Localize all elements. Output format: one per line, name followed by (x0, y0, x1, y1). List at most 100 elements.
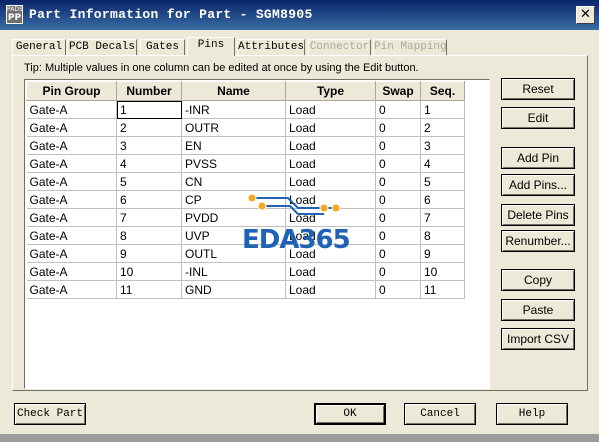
cell-swap[interactable]: 0 (375, 154, 421, 173)
check-part-button[interactable]: Check Part (14, 403, 86, 425)
column-header-swap[interactable]: Swap (375, 81, 421, 101)
tab-attributes[interactable]: Attributes (237, 39, 305, 55)
table-row[interactable]: Gate-A 2 OUTR Load 0 2 (26, 118, 465, 137)
cell-swap[interactable]: 0 (375, 118, 421, 137)
cell-name[interactable]: CN (181, 172, 286, 191)
cell-type[interactable]: Load (285, 244, 376, 263)
cell-pin-group[interactable]: Gate-A (26, 154, 117, 173)
cell-name[interactable]: CP (181, 190, 286, 209)
tab-pins[interactable]: Pins (187, 37, 235, 56)
cell-number[interactable]: 7 (116, 208, 182, 227)
cell-pin-group[interactable]: Gate-A (26, 244, 117, 263)
table-row[interactable]: Gate-A 6 CP Load 0 6 (26, 190, 465, 209)
cell-number[interactable]: 8 (116, 226, 182, 245)
reset-button[interactable]: Reset (501, 78, 575, 100)
cell-seq[interactable]: 1 (420, 100, 465, 119)
cell-name[interactable]: GND (181, 280, 286, 299)
ok-button[interactable]: OK (314, 403, 386, 425)
table-row[interactable]: Gate-A 4 PVSS Load 0 4 (26, 154, 465, 173)
help-button[interactable]: Help (496, 403, 568, 425)
renumber-button[interactable]: Renumber... (501, 230, 575, 252)
cell-swap[interactable]: 0 (375, 280, 421, 299)
add-pin-button[interactable]: Add Pin (501, 147, 575, 169)
cell-type[interactable]: Load (285, 172, 376, 191)
cell-number[interactable]: 3 (116, 136, 182, 155)
cell-number[interactable]: 10 (116, 262, 182, 281)
table-row[interactable]: Gate-A 11 GND Load 0 11 (26, 280, 465, 299)
cell-seq[interactable]: 6 (420, 190, 465, 209)
cell-name[interactable]: PVSS (181, 154, 286, 173)
table-row[interactable]: Gate-A 3 EN Load 0 3 (26, 136, 465, 155)
cell-name[interactable]: EN (181, 136, 286, 155)
cell-seq[interactable]: 9 (420, 244, 465, 263)
cell-type[interactable]: Load (285, 280, 376, 299)
cell-swap[interactable]: 0 (375, 262, 421, 281)
add-pins-button[interactable]: Add Pins... (501, 174, 575, 196)
cell-type[interactable]: Load (285, 190, 376, 209)
cell-pin-group[interactable]: Gate-A (26, 136, 117, 155)
close-button[interactable]: ✕ (576, 6, 595, 24)
table-row[interactable]: Gate-A 5 CN Load 0 5 (26, 172, 465, 191)
cell-name[interactable]: PVDD (181, 208, 286, 227)
table-row[interactable]: Gate-A 10 -INL Load 0 10 (26, 262, 465, 281)
table-row[interactable]: Gate-A 8 UVP Load 0 8 (26, 226, 465, 245)
column-header-pin-group[interactable]: Pin Group (26, 81, 117, 101)
cell-swap[interactable]: 0 (375, 244, 421, 263)
cell-type[interactable]: Load (285, 154, 376, 173)
cell-seq[interactable]: 2 (420, 118, 465, 137)
cell-swap[interactable]: 0 (375, 136, 421, 155)
tab-pcb-decals[interactable]: PCB Decals (67, 39, 137, 55)
import-csv-button[interactable]: Import CSV (501, 328, 575, 350)
table-row[interactable]: Gate-A 7 PVDD Load 0 7 (26, 208, 465, 227)
cell-swap[interactable]: 0 (375, 172, 421, 191)
pins-grid[interactable]: Pin Group Number Name Type Swap Seq. Gat… (24, 79, 490, 389)
tab-general[interactable]: General (12, 39, 66, 55)
column-header-name[interactable]: Name (181, 81, 286, 101)
cell-name[interactable]: -INR (181, 100, 286, 119)
cell-pin-group[interactable]: Gate-A (26, 208, 117, 227)
cell-pin-group[interactable]: Gate-A (26, 100, 117, 119)
cell-pin-group[interactable]: Gate-A (26, 262, 117, 281)
cell-type[interactable]: Load (285, 208, 376, 227)
cell-pin-group[interactable]: Gate-A (26, 280, 117, 299)
cell-seq[interactable]: 7 (420, 208, 465, 227)
cell-type[interactable]: Load (285, 100, 376, 119)
cell-number[interactable]: 2 (116, 118, 182, 137)
cell-seq[interactable]: 8 (420, 226, 465, 245)
cell-type[interactable]: Load (285, 262, 376, 281)
copy-button[interactable]: Copy (501, 269, 575, 291)
cell-seq[interactable]: 3 (420, 136, 465, 155)
table-row[interactable]: Gate-A 1 -INR Load 0 1 (26, 100, 465, 119)
cell-number[interactable]: 1 (116, 100, 182, 119)
cell-swap[interactable]: 0 (375, 208, 421, 227)
cell-seq[interactable]: 5 (420, 172, 465, 191)
cell-number[interactable]: 9 (116, 244, 182, 263)
cell-number[interactable]: 11 (116, 280, 182, 299)
cell-seq[interactable]: 11 (420, 280, 465, 299)
cell-pin-group[interactable]: Gate-A (26, 226, 117, 245)
column-header-type[interactable]: Type (285, 81, 376, 101)
table-row[interactable]: Gate-A 9 OUTL Load 0 9 (26, 244, 465, 263)
tab-gates[interactable]: Gates (140, 39, 185, 55)
cell-type[interactable]: Load (285, 136, 376, 155)
cell-type[interactable]: Load (285, 226, 376, 245)
cell-name[interactable]: OUTL (181, 244, 286, 263)
cancel-button[interactable]: Cancel (404, 403, 476, 425)
cell-pin-group[interactable]: Gate-A (26, 190, 117, 209)
cell-number[interactable]: 4 (116, 154, 182, 173)
cell-name[interactable]: OUTR (181, 118, 286, 137)
cell-pin-group[interactable]: Gate-A (26, 172, 117, 191)
cell-name[interactable]: UVP (181, 226, 286, 245)
cell-number[interactable]: 6 (116, 190, 182, 209)
cell-seq[interactable]: 10 (420, 262, 465, 281)
cell-number[interactable]: 5 (116, 172, 182, 191)
cell-pin-group[interactable]: Gate-A (26, 118, 117, 137)
cell-seq[interactable]: 4 (420, 154, 465, 173)
paste-button[interactable]: Paste (501, 299, 575, 321)
cell-swap[interactable]: 0 (375, 226, 421, 245)
cell-name[interactable]: -INL (181, 262, 286, 281)
column-header-number[interactable]: Number (116, 81, 182, 101)
cell-swap[interactable]: 0 (375, 190, 421, 209)
cell-type[interactable]: Load (285, 118, 376, 137)
edit-button[interactable]: Edit (501, 107, 575, 129)
